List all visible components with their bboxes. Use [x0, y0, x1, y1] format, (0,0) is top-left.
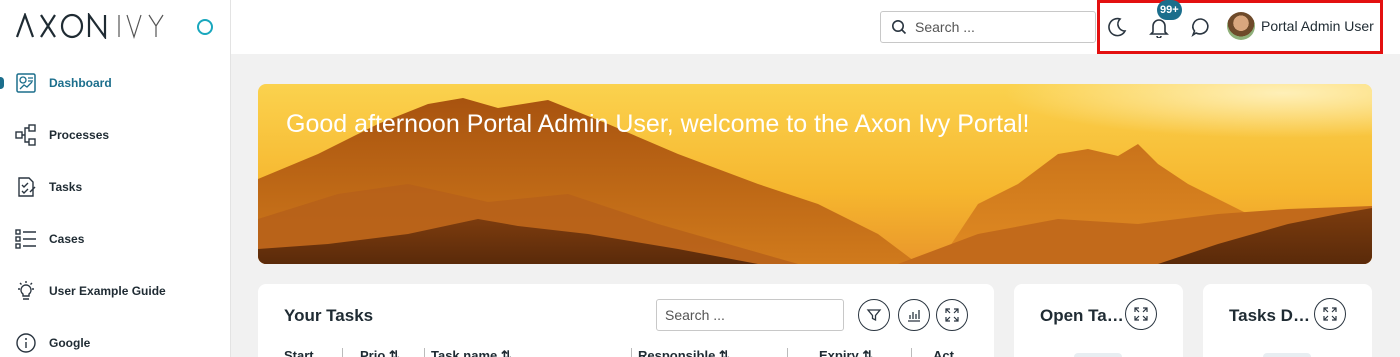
top-bar: Search ... 99+ Portal Admin User	[231, 0, 1400, 54]
sidebar-item-cases[interactable]: Cases	[0, 213, 231, 265]
filter-icon	[866, 309, 882, 322]
sort-icon: ⇅	[862, 348, 874, 357]
moon-icon	[1108, 17, 1127, 37]
sidebar-item-label: User Example Guide	[49, 284, 166, 298]
column-separator	[787, 348, 788, 357]
column-header-label: Task name	[431, 348, 498, 357]
dashboard-icon	[15, 72, 37, 94]
column-header-actions: Act	[933, 348, 954, 357]
column-separator	[631, 348, 632, 357]
menu-toggle-button[interactable]	[197, 19, 213, 35]
widget-content-placeholder	[1263, 353, 1311, 357]
sort-icon: ⇅	[718, 348, 730, 357]
cases-icon	[15, 228, 37, 250]
expand-button[interactable]	[1125, 298, 1157, 330]
column-header-task-name[interactable]: Task name ⇅	[431, 348, 512, 357]
expand-icon	[1323, 307, 1337, 321]
avatar[interactable]	[1227, 12, 1255, 40]
dark-mode-button[interactable]	[1104, 14, 1130, 40]
sidebar-item-label: Tasks	[49, 180, 83, 194]
sidebar-item-tasks[interactable]: Tasks	[0, 161, 231, 213]
column-header-prio[interactable]: Prio ⇅	[360, 348, 400, 357]
tasks-icon	[15, 176, 37, 198]
sidebar-item-label: Cases	[49, 232, 85, 246]
widget-search-input[interactable]: Search ...	[656, 299, 844, 331]
open-tasks-widget: Open Tasks	[1014, 284, 1183, 357]
widget-title: Open Tasks	[1040, 306, 1124, 325]
search-icon	[892, 20, 907, 35]
sidebar-item-processes[interactable]: Processes	[0, 109, 231, 161]
bar-chart-icon	[908, 310, 920, 322]
welcome-banner: Good afternoon Portal Admin User, welcom…	[258, 84, 1372, 264]
column-separator	[424, 348, 425, 357]
widget-search-placeholder: Search ...	[665, 307, 725, 323]
sidebar-item-label: Google	[49, 336, 91, 350]
expand-button[interactable]	[936, 299, 968, 331]
sidebar-item-user-example-guide[interactable]: User Example Guide	[0, 265, 231, 317]
chat-button[interactable]	[1188, 14, 1214, 40]
axonivy-wordmark	[15, 13, 164, 39]
welcome-greeting: Good afternoon Portal Admin User, welcom…	[286, 110, 1030, 138]
user-name[interactable]: Portal Admin User	[1261, 18, 1374, 34]
column-header-expiry[interactable]: Expiry ⇅	[819, 348, 873, 357]
column-header-label: Prio	[360, 348, 386, 357]
chat-icon	[1191, 18, 1209, 38]
global-search-input[interactable]: Search ...	[880, 11, 1096, 43]
column-header-responsible[interactable]: Responsible ⇅	[638, 348, 730, 357]
your-tasks-widget: Your Tasks Search ... Start Prio ⇅ Task …	[258, 284, 994, 357]
column-separator	[342, 348, 343, 357]
axonivy-logo[interactable]	[15, 12, 167, 40]
sort-icon: ⇅	[500, 348, 512, 357]
lightbulb-icon	[15, 280, 37, 302]
info-icon	[15, 332, 37, 354]
notification-badge: 99+	[1157, 0, 1182, 20]
filter-button[interactable]	[858, 299, 890, 331]
main-navigation: Dashboard Processes Tasks Cases User Exa…	[0, 57, 231, 357]
sidebar-item-label: Processes	[49, 128, 110, 142]
widget-title: Tasks Done	[1229, 306, 1311, 325]
sort-icon: ⇅	[388, 348, 400, 357]
column-separator	[911, 348, 912, 357]
search-placeholder: Search ...	[915, 19, 975, 35]
processes-icon	[15, 124, 37, 146]
expand-icon	[945, 308, 959, 322]
tasks-done-widget: Tasks Done	[1203, 284, 1372, 357]
expand-button[interactable]	[1314, 298, 1346, 330]
column-header-start[interactable]: Start	[284, 348, 314, 357]
widget-content-placeholder	[1074, 353, 1122, 357]
widget-title: Your Tasks	[284, 306, 374, 325]
column-header-label: Responsible	[638, 348, 716, 357]
sidebar: Dashboard Processes Tasks Cases User Exa…	[0, 0, 231, 357]
expand-icon	[1134, 307, 1148, 321]
column-header-label: Expiry	[819, 348, 859, 357]
statistics-button[interactable]	[898, 299, 930, 331]
sidebar-item-label: Dashboard	[49, 76, 112, 90]
sidebar-item-google[interactable]: Google	[0, 317, 231, 357]
sidebar-item-dashboard[interactable]: Dashboard	[0, 57, 231, 109]
